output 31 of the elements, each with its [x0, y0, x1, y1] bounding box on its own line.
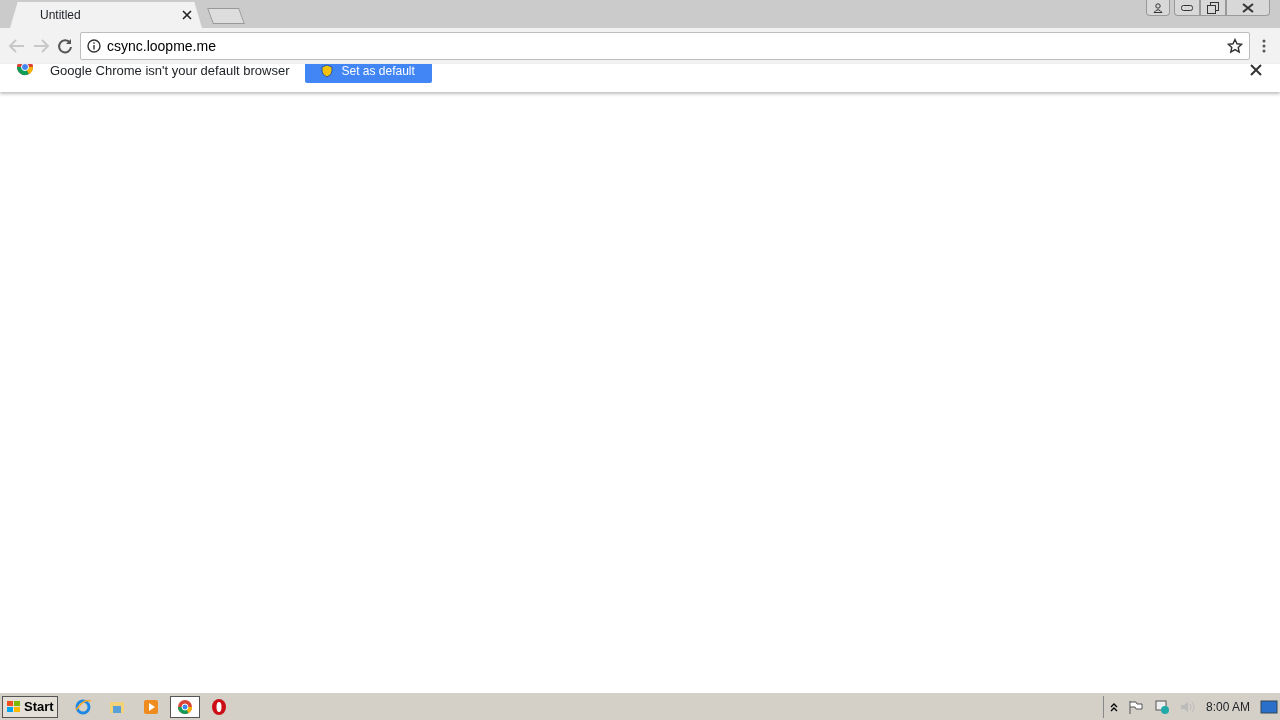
show-desktop-icon[interactable] [1260, 699, 1278, 714]
browser-icon [73, 697, 92, 716]
restore-icon [1207, 1, 1219, 14]
flag-icon[interactable] [1127, 699, 1144, 714]
browser-tab[interactable]: Untitled [10, 2, 202, 28]
chrome-icon [175, 697, 194, 716]
windows-logo-icon [6, 699, 22, 714]
close-tab-icon[interactable] [182, 10, 192, 20]
restore-button[interactable] [1200, 0, 1226, 16]
minimize-icon [1181, 4, 1193, 11]
address-bar[interactable]: csync.loopme.me [80, 32, 1250, 60]
start-button[interactable]: Start [2, 695, 58, 718]
network-icon[interactable] [1153, 698, 1170, 715]
minimize-button[interactable] [1174, 0, 1200, 16]
opera-icon [209, 697, 228, 716]
infobar-message: Google Chrome isn't your default browser [50, 64, 290, 80]
profile-button[interactable] [1146, 0, 1170, 16]
chrome-logo-icon [16, 64, 34, 76]
media-player-icon [141, 697, 160, 716]
reload-icon[interactable] [56, 37, 74, 55]
set-default-button[interactable]: Set as default [305, 64, 433, 83]
show-hidden-icons[interactable] [1109, 701, 1118, 712]
star-icon[interactable] [1227, 38, 1243, 54]
taskbar-app[interactable] [169, 695, 200, 718]
close-icon[interactable] [1250, 64, 1262, 76]
close-button[interactable] [1226, 0, 1270, 16]
shield-icon [321, 64, 334, 78]
person-icon [1153, 2, 1163, 13]
clock[interactable]: 8:00 AM [1205, 697, 1250, 716]
info-icon[interactable] [87, 39, 101, 53]
close-icon [1242, 2, 1254, 13]
